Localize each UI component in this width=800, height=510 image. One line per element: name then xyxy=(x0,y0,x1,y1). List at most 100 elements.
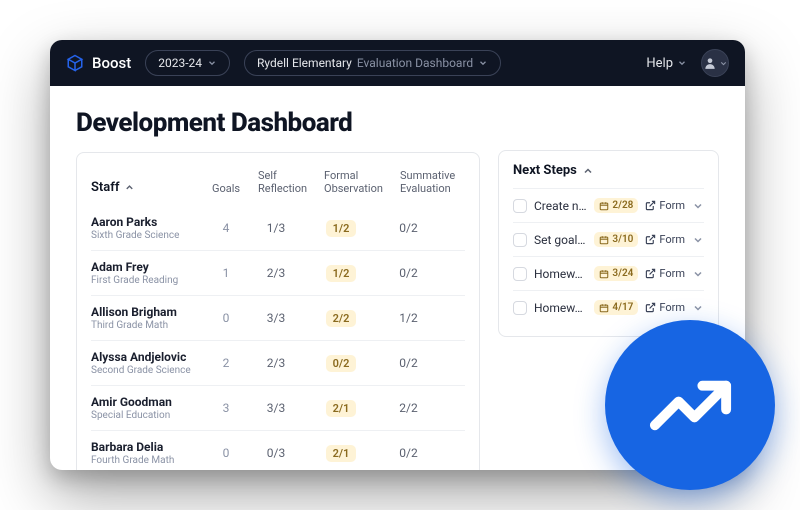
self-value: 3/3 xyxy=(246,311,306,325)
topbar: Boost 2023-24 Rydell Elementary Evaluati… xyxy=(50,40,745,86)
next-steps-card: Next Steps Create n… 2/28 Form Set goal… 3/1… xyxy=(498,150,719,337)
next-step-item: Set goal… 3/10 Form xyxy=(513,222,704,256)
formal-value: 2/1 xyxy=(306,445,376,462)
sum-value: 0/2 xyxy=(376,446,441,460)
sum-value: 2/2 xyxy=(376,401,441,415)
next-steps-header[interactable]: Next Steps xyxy=(513,163,704,188)
cube-icon xyxy=(66,54,84,72)
col-formal[interactable]: Formal Observation xyxy=(324,169,394,195)
formal-value: 2/1 xyxy=(306,400,376,417)
school-name: Rydell Elementary xyxy=(257,56,352,70)
context-name: Evaluation Dashboard xyxy=(357,56,473,70)
calendar-icon xyxy=(599,201,609,211)
formal-value: 1/2 xyxy=(306,265,376,282)
year-value: 2023-24 xyxy=(158,56,202,70)
col-goals[interactable]: Goals xyxy=(212,182,252,195)
user-avatar[interactable] xyxy=(701,49,729,77)
col-staff[interactable]: Staff xyxy=(91,180,206,196)
step-form-link[interactable]: Form xyxy=(645,301,685,314)
external-link-icon xyxy=(645,200,656,211)
staff-name: Allison Brigham xyxy=(91,305,206,319)
sum-value: 0/2 xyxy=(376,356,441,370)
step-checkbox[interactable] xyxy=(513,301,527,315)
goals-value: 0 xyxy=(206,311,246,325)
external-link-icon xyxy=(645,302,656,313)
goals-value: 3 xyxy=(206,401,246,415)
table-row[interactable]: Adam FreyFirst Grade Reading12/31/20/2 xyxy=(91,250,465,295)
chevron-up-icon xyxy=(582,165,594,177)
self-value: 1/3 xyxy=(246,221,306,235)
step-checkbox[interactable] xyxy=(513,233,527,247)
table-row[interactable]: Allison BrighamThird Grade Math03/32/21/… xyxy=(91,295,465,340)
step-form-link[interactable]: Form xyxy=(645,233,685,246)
staff-subject: Third Grade Math xyxy=(91,320,206,331)
goals-value: 0 xyxy=(206,446,246,460)
step-date: 3/10 xyxy=(594,232,638,247)
sum-value: 0/2 xyxy=(376,221,441,235)
formal-value: 0/2 xyxy=(306,355,376,372)
step-title: Homew… xyxy=(534,301,587,315)
table-row[interactable]: Alyssa AndjelovicSecond Grade Science22/… xyxy=(91,340,465,385)
staff-name: Aaron Parks xyxy=(91,215,206,229)
col-sum[interactable]: Summative Evaluation xyxy=(400,169,465,195)
step-date: 4/17 xyxy=(594,300,638,315)
left-panel: Development Dashboard Staff Goals Self R… xyxy=(76,108,480,470)
chevron-down-icon[interactable] xyxy=(692,200,704,212)
sum-value: 0/2 xyxy=(376,266,441,280)
staff-name: Adam Frey xyxy=(91,260,206,274)
external-link-icon xyxy=(645,268,656,279)
formal-value: 1/2 xyxy=(306,220,376,237)
step-date: 2/28 xyxy=(594,198,638,213)
table-row[interactable]: Amir GoodmanSpecial Education33/32/12/2 xyxy=(91,385,465,430)
staff-subject: Fourth Grade Math xyxy=(91,455,206,466)
chevron-down-icon[interactable] xyxy=(692,268,704,280)
brand-logo[interactable]: Boost xyxy=(66,54,131,72)
step-title: Set goal… xyxy=(534,233,587,247)
next-step-item: Create n… 2/28 Form xyxy=(513,188,704,222)
self-value: 0/3 xyxy=(246,446,306,460)
step-form-link[interactable]: Form xyxy=(645,267,685,280)
col-self[interactable]: Self Reflection xyxy=(258,169,318,195)
table-row[interactable]: Aaron ParksSixth Grade Science41/31/20/2 xyxy=(91,206,465,250)
staff-subject: Sixth Grade Science xyxy=(91,230,206,241)
chevron-down-icon xyxy=(677,58,687,68)
formal-value: 2/2 xyxy=(306,310,376,327)
table-row[interactable]: Barbara DeliaFourth Grade Math00/32/10/2 xyxy=(91,430,465,470)
help-menu[interactable]: Help xyxy=(646,56,687,71)
self-value: 3/3 xyxy=(246,401,306,415)
help-label: Help xyxy=(646,56,673,71)
calendar-icon xyxy=(599,235,609,245)
next-step-item: Homew… 3/24 Form xyxy=(513,256,704,290)
trend-badge xyxy=(605,320,775,490)
calendar-icon xyxy=(599,269,609,279)
context-selector[interactable]: Rydell Elementary Evaluation Dashboard xyxy=(244,50,501,76)
goals-value: 4 xyxy=(206,221,246,235)
step-form-link[interactable]: Form xyxy=(645,199,685,212)
self-value: 2/3 xyxy=(246,356,306,370)
trending-up-icon xyxy=(643,358,738,453)
staff-name: Alyssa Andjelovic xyxy=(91,350,206,364)
step-date: 3/24 xyxy=(594,266,638,281)
goals-value: 2 xyxy=(206,356,246,370)
chevron-down-icon[interactable] xyxy=(692,302,704,314)
staff-name: Barbara Delia xyxy=(91,440,206,454)
next-step-item: Homew… 4/17 Form xyxy=(513,290,704,324)
next-steps-list: Create n…2/28FormSet goal…3/10FormHomew…… xyxy=(513,188,704,324)
goals-value: 1 xyxy=(206,266,246,280)
page-title: Development Dashboard xyxy=(76,108,480,138)
staff-table: Staff Goals Self Reflection Formal Obser… xyxy=(76,152,480,470)
staff-subject: Second Grade Science xyxy=(91,365,206,376)
step-title: Homew… xyxy=(534,267,587,281)
chevron-up-icon xyxy=(124,182,135,193)
year-selector[interactable]: 2023-24 xyxy=(145,50,230,76)
step-checkbox[interactable] xyxy=(513,199,527,213)
chevron-down-icon xyxy=(719,59,728,68)
table-header: Staff Goals Self Reflection Formal Obser… xyxy=(91,165,465,206)
staff-name: Amir Goodman xyxy=(91,395,206,409)
step-title: Create n… xyxy=(534,199,587,213)
chevron-down-icon xyxy=(478,58,488,68)
step-checkbox[interactable] xyxy=(513,267,527,281)
brand-name: Boost xyxy=(92,54,131,72)
chevron-down-icon[interactable] xyxy=(692,234,704,246)
self-value: 2/3 xyxy=(246,266,306,280)
